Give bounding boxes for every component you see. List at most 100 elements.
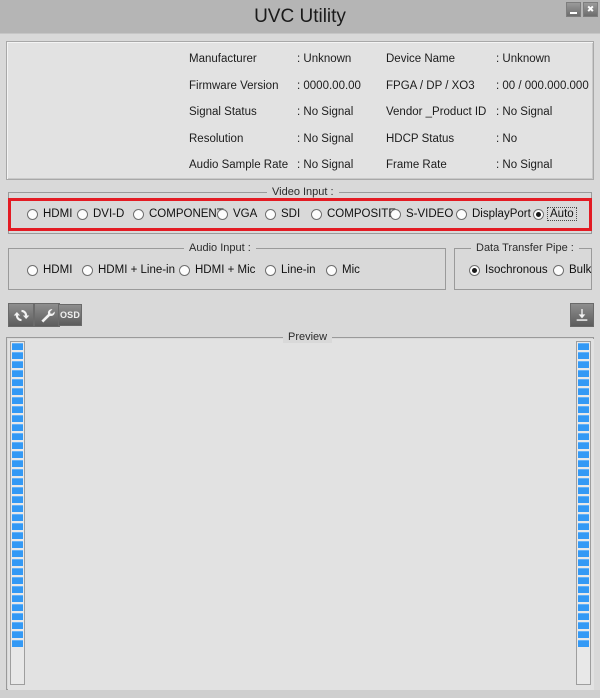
scrollbar-segment <box>578 559 589 566</box>
scrollbar-segment <box>12 532 23 539</box>
info-label: Vendor _Product ID <box>386 106 487 118</box>
scrollbar-segment <box>578 541 589 548</box>
scrollbar-segment <box>578 397 589 404</box>
osd-button[interactable]: OSD <box>58 304 82 326</box>
radio-indicator-icon <box>217 208 228 220</box>
radio-indicator-icon <box>265 208 276 220</box>
scrollbar-segment <box>578 550 589 557</box>
video-input-group: Video Input : HDMI DVI-D COMPONENT VGA SDI CO… <box>8 186 592 234</box>
radio-bulk[interactable]: Bulk <box>553 262 592 278</box>
refresh-button[interactable] <box>8 303 34 327</box>
scrollbar-segment <box>578 442 589 449</box>
scrollbar-segment <box>12 631 23 638</box>
scrollbar-segment <box>578 514 589 521</box>
radio-line-in[interactable]: Line-in <box>265 262 317 278</box>
scrollbar-segment <box>578 532 589 539</box>
radio-label: VGA <box>233 208 258 220</box>
radio-label: Auto <box>547 207 577 221</box>
radio-dvi-d[interactable]: DVI-D <box>77 206 125 222</box>
download-button[interactable] <box>570 303 594 327</box>
scrollbar-segment <box>578 622 589 629</box>
radio-label: HDMI <box>43 264 73 276</box>
scrollbar-segment <box>12 577 23 584</box>
radio-label: DisplayPort <box>472 208 531 220</box>
scrollbar-segment <box>578 586 589 593</box>
radio-component[interactable]: COMPONENT <box>133 206 225 222</box>
scrollbar-segment <box>12 406 23 413</box>
info-label: Frame Rate <box>386 159 447 171</box>
scrollbar-segment <box>578 388 589 395</box>
data-transfer-pipe-group: Data Transfer Pipe : Isochronous Bulk <box>454 242 592 290</box>
radio-label: HDMI <box>43 208 73 220</box>
radio-label: COMPONENT <box>149 208 224 220</box>
radio-vga[interactable]: VGA <box>217 206 258 222</box>
radio-indicator-icon <box>456 208 467 220</box>
preview-title: Preview <box>283 331 333 343</box>
preview-left-scrollbar[interactable] <box>10 341 25 685</box>
preview-surface[interactable] <box>8 339 594 690</box>
scrollbar-segment <box>578 523 589 530</box>
scrollbar-segment <box>578 568 589 575</box>
radio-indicator-icon <box>311 208 322 220</box>
radio-isochronous[interactable]: Isochronous <box>469 262 549 278</box>
scrollbar-segment <box>12 550 23 557</box>
audio-input-group: Audio Input : HDMI HDMI + Line-in HDMI + M… <box>8 242 446 290</box>
settings-button[interactable] <box>34 303 60 327</box>
scrollbar-segment <box>12 352 23 359</box>
scrollbar-segment <box>12 361 23 368</box>
scrollbar-segment <box>12 568 23 575</box>
scrollbar-segment <box>12 505 23 512</box>
scrollbar-segment <box>578 604 589 611</box>
info-value: : Unknown <box>496 53 551 65</box>
window-title: UVC Utility <box>254 6 346 27</box>
radio-indicator-icon <box>82 264 93 276</box>
radio-composite[interactable]: COMPOSITE <box>311 206 397 222</box>
close-button[interactable]: ✖ <box>583 2 598 17</box>
info-label: HDCP Status <box>386 132 455 145</box>
radio-label: Line-in <box>281 264 316 276</box>
scrollbar-segment <box>12 622 23 629</box>
info-value: : 00 / 000.000.000 <box>496 79 589 92</box>
radio-hdmi-mic[interactable]: HDMI + Mic <box>179 262 256 278</box>
radio-label: HDMI + Line-in <box>98 264 176 276</box>
radio-indicator-icon <box>27 264 38 276</box>
radio-label: Bulk <box>569 264 592 276</box>
minimize-button[interactable] <box>566 2 581 17</box>
title-bar: UVC Utility ✖ <box>0 0 600 34</box>
radio-label: Mic <box>342 264 360 276</box>
audio-input-options: HDMI HDMI + Line-in HDMI + Mic Line-in Mic <box>9 249 445 289</box>
radio-indicator-icon <box>533 208 544 220</box>
preview-group: Preview <box>6 331 594 690</box>
scrollbar-segment <box>12 388 23 395</box>
radio-hdmi-line-in[interactable]: HDMI + Line-in <box>82 262 176 278</box>
radio-indicator-icon <box>553 264 564 276</box>
radio-s-video[interactable]: S-VIDEO <box>390 206 454 222</box>
radio-label: HDMI + Mic <box>195 264 256 276</box>
radio-displayport[interactable]: DisplayPort <box>456 206 532 222</box>
video-input-options: HDMI DVI-D COMPONENT VGA SDI COMPOSITE S-VIDEO… <box>9 193 591 233</box>
scrollbar-segment <box>12 487 23 494</box>
info-value: : No Signal <box>496 106 553 118</box>
scrollbar-segment <box>578 352 589 359</box>
scrollbar-segment <box>12 613 23 620</box>
scrollbar-segment <box>12 442 23 449</box>
radio-sdi[interactable]: SDI <box>265 206 301 222</box>
scrollbar-segment <box>578 505 589 512</box>
info-label: FPGA / DP / XO3 <box>386 79 475 92</box>
scrollbar-segment <box>578 343 589 350</box>
scrollbar-segment <box>578 433 589 440</box>
scrollbar-segment <box>578 631 589 638</box>
scrollbar-segment <box>578 595 589 602</box>
scrollbar-segment <box>12 604 23 611</box>
radio-indicator-icon <box>27 208 38 220</box>
info-value: : No <box>496 132 518 145</box>
scrollbar-segment <box>578 460 589 467</box>
radio-auto[interactable]: Auto <box>533 206 577 222</box>
radio-hdmi[interactable]: HDMI <box>27 262 73 278</box>
radio-hdmi[interactable]: HDMI <box>27 206 73 222</box>
scrollbar-segment <box>12 415 23 422</box>
preview-right-scrollbar[interactable] <box>576 341 591 685</box>
radio-indicator-icon <box>390 208 401 220</box>
radio-mic[interactable]: Mic <box>326 262 361 278</box>
scrollbar-segment <box>12 559 23 566</box>
